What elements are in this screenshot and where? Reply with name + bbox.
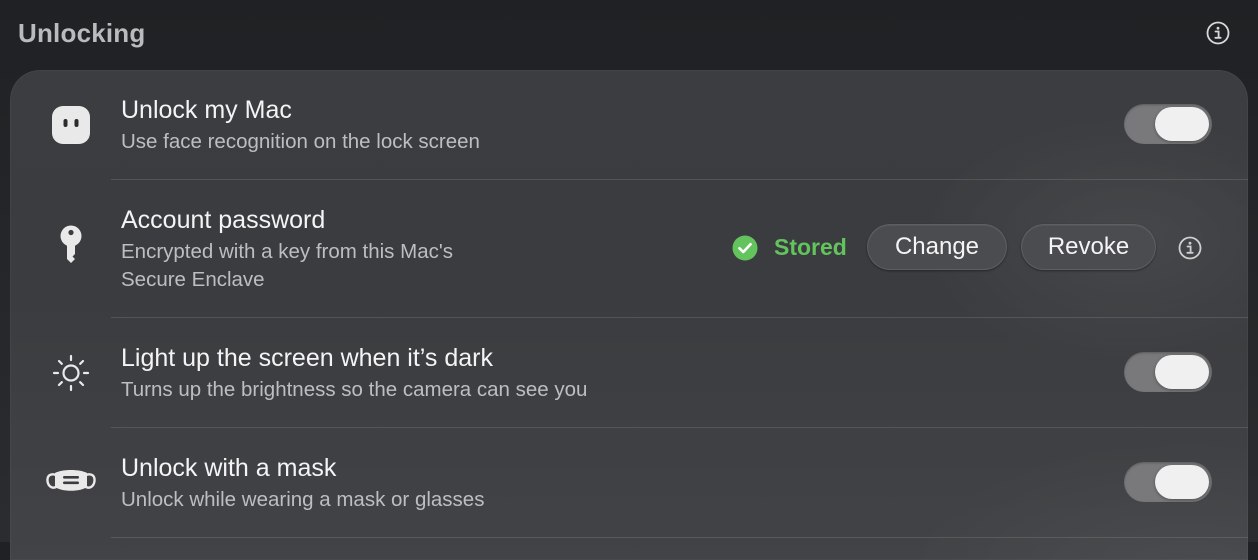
- toggle-knob: [1155, 355, 1209, 389]
- section-header: Unlocking: [0, 0, 1258, 70]
- row-subtitle: Turns up the brightness so the camera ca…: [121, 378, 588, 401]
- row-subtitle: Unlock while wearing a mask or glasses: [121, 488, 485, 511]
- row-unlock-my-mac: Unlock my Mac Use face recognition on th…: [10, 70, 1248, 179]
- face-id-icon: [46, 100, 96, 150]
- info-circle-icon[interactable]: [1206, 21, 1230, 45]
- status-label: Stored: [774, 234, 847, 260]
- row-title: Unlock with a mask: [121, 454, 337, 482]
- settings-panel: Unlock my Mac Use face recognition on th…: [10, 70, 1248, 560]
- toggle-knob: [1155, 107, 1209, 141]
- row-account-password: Account password Encrypted with a key fr…: [10, 180, 1248, 317]
- row-title: Account password: [121, 206, 326, 234]
- row-title: Light up the screen when it’s dark: [121, 344, 493, 372]
- row-light-up-screen: Light up the screen when it’s dark Turns…: [10, 318, 1248, 427]
- section-title: Unlocking: [18, 18, 146, 48]
- row-title: Unlock my Mac: [121, 96, 292, 124]
- revoke-button[interactable]: Revoke: [1021, 224, 1156, 270]
- divider: [111, 537, 1248, 538]
- light-up-screen-toggle[interactable]: [1124, 352, 1212, 392]
- change-button[interactable]: Change: [867, 224, 1007, 270]
- checkmark-circle-icon: [732, 235, 758, 260]
- key-icon: [46, 222, 96, 272]
- unlock-with-mask-toggle[interactable]: [1124, 462, 1212, 502]
- row-subtitle-line2: Secure Enclave: [121, 268, 265, 291]
- status-badge: Stored: [732, 234, 847, 261]
- sun-icon: [46, 348, 96, 398]
- mask-icon: [42, 456, 100, 506]
- unlock-my-mac-toggle[interactable]: [1124, 104, 1212, 144]
- row-unlock-with-mask: Unlock with a mask Unlock while wearing …: [10, 428, 1248, 537]
- info-circle-icon[interactable]: [1178, 236, 1202, 260]
- toggle-knob: [1155, 465, 1209, 499]
- row-subtitle: Use face recognition on the lock screen: [121, 130, 480, 153]
- row-subtitle-line1: Encrypted with a key from this Mac's: [121, 240, 454, 263]
